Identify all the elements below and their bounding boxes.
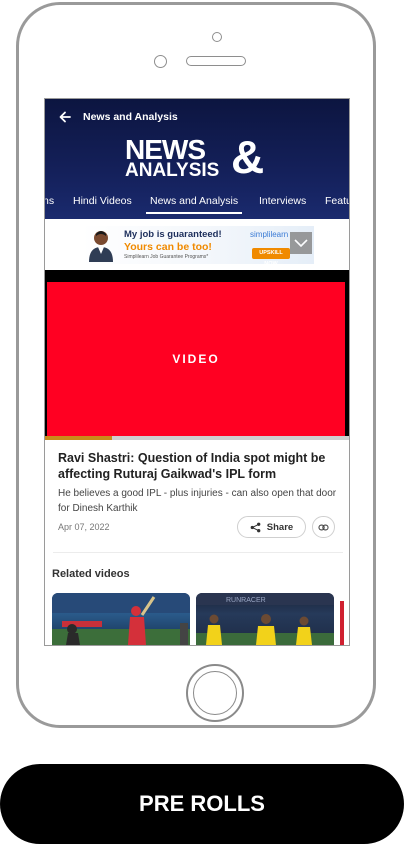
section-divider (53, 552, 343, 553)
home-button[interactable] (186, 664, 244, 722)
category-tabs: ns Hindi Videos News and Analysis Interv… (45, 191, 349, 215)
tab-interviews[interactable]: Interviews (259, 195, 306, 207)
thumb2-caption: RUNRACER (226, 597, 266, 604)
ad-slot: My job is guaranteed! Yours can be too! … (45, 219, 349, 269)
ad-brand: simplilearn (250, 230, 289, 239)
ad-subheadline: Yours can be too! (124, 241, 212, 253)
video-placeholder[interactable]: VIDEO (47, 282, 345, 436)
article-description: He believes a good IPL - plus injuries -… (58, 488, 337, 514)
back-arrow-icon (59, 111, 71, 123)
proximity-sensor (154, 55, 167, 68)
tab-hindi-videos[interactable]: Hindi Videos (73, 195, 132, 207)
video-player[interactable]: VIDEO (45, 270, 349, 438)
pre-rolls-banner: PRE ROLLS (0, 764, 404, 844)
related-videos-heading: Related videos (52, 568, 130, 580)
share-icon (250, 522, 261, 532)
phone-screen: News and Analysis NEWS ANALYSIS & ns Hin… (44, 98, 350, 646)
ad-person-image (89, 231, 113, 262)
share-button[interactable]: Share (237, 516, 306, 538)
related-video-thumbnail-1[interactable] (52, 593, 190, 645)
copy-link-button[interactable] (312, 516, 335, 538)
tab-features[interactable]: Featu (325, 195, 349, 207)
page-title: News and Analysis (83, 111, 178, 123)
ad-fineprint: Simplilearn Job Guarantee Programs* (124, 254, 209, 260)
pre-rolls-label: PRE ROLLS (139, 791, 265, 816)
ad-close-button[interactable] (290, 232, 312, 254)
video-progress-bar[interactable] (45, 436, 349, 440)
close-chevron-icon (294, 239, 308, 247)
tab-previous[interactable]: ns (45, 195, 54, 207)
home-button-ring (193, 671, 237, 715)
related-video-thumbnail-3-edge[interactable] (340, 601, 344, 645)
earpiece-speaker (186, 56, 246, 66)
ad-cta-button[interactable]: UPSKILL NOW (252, 248, 290, 267)
link-icon (318, 524, 329, 530)
ad-headline: My job is guaranteed! (124, 229, 222, 240)
cricket-batsman-image (52, 593, 190, 645)
top-bar: News and Analysis (45, 99, 349, 135)
app-header: News and Analysis NEWS ANALYSIS & ns Hin… (45, 99, 349, 219)
back-button[interactable] (55, 107, 75, 127)
logo-line-2: ANALYSIS (125, 160, 220, 181)
ad-banner[interactable]: My job is guaranteed! Yours can be too! … (82, 226, 314, 267)
cricket-team-image: RUNRACER (196, 593, 334, 645)
news-and-analysis-logo: NEWS ANALYSIS & (125, 133, 275, 183)
front-camera (212, 32, 222, 42)
article-date: Apr 07, 2022 (58, 522, 110, 532)
logo-ampersand: & (231, 131, 265, 183)
related-video-thumbnail-2[interactable]: RUNRACER (196, 593, 334, 645)
video-label: VIDEO (172, 352, 220, 366)
share-label: Share (266, 521, 294, 533)
article-title: Ravi Shastri: Question of India spot mig… (58, 451, 326, 481)
tab-news-and-analysis[interactable]: News and Analysis (145, 195, 243, 214)
video-progress-fill (45, 436, 112, 440)
